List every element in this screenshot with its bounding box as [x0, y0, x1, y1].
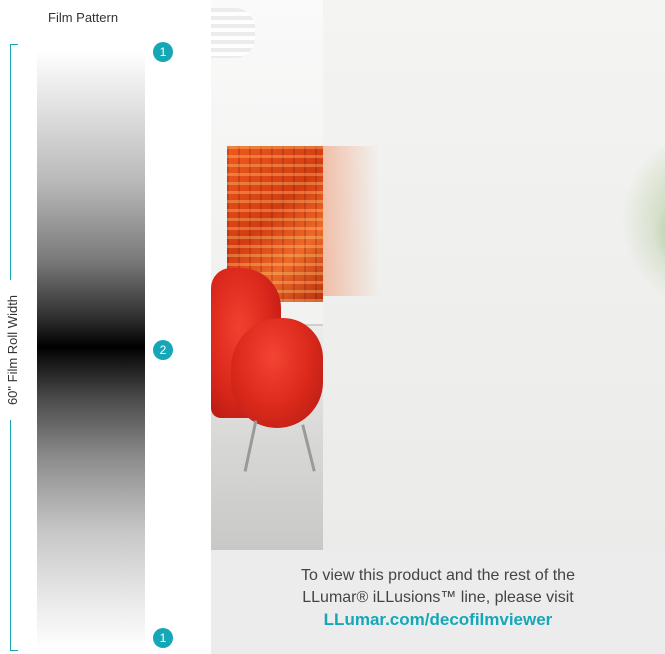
- viewer-link[interactable]: LLumar.com/decofilmviewer: [211, 609, 665, 631]
- installation-photo: [211, 0, 665, 550]
- photo-plant-leaves: [653, 190, 665, 280]
- photo-frosted-film: [323, 0, 665, 550]
- photo-pendant-lamp: [211, 8, 255, 58]
- marker-middle: 2: [153, 340, 173, 360]
- photo-frosted-artwork: [323, 146, 379, 296]
- marker-top: 1: [153, 42, 173, 62]
- caption-box: To view this product and the rest of the…: [211, 550, 665, 654]
- caption-line-1: To view this product and the rest of the: [301, 567, 575, 584]
- marker-bottom: 1: [153, 628, 173, 648]
- roll-width-label-wrap: 60" Film Roll Width: [2, 280, 22, 420]
- film-pattern-title: Film Pattern: [48, 10, 119, 25]
- roll-width-label: 60" Film Roll Width: [4, 288, 20, 412]
- film-pattern-swatch: [37, 50, 145, 650]
- caption-line-2: LLumar® iLLusions™ line, please visit: [302, 589, 574, 606]
- product-sheet: Film Pattern 60" Film Roll Width 1 2 1 T…: [0, 0, 665, 654]
- photo-red-chair: [231, 318, 323, 428]
